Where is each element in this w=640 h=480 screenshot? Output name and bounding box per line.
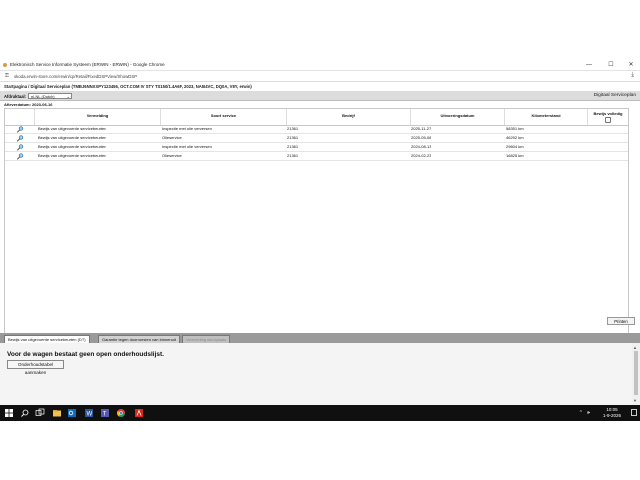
address-bar[interactable]: ⚿ skoda.erwin-store.com/erwin/cp/Retail/… — [0, 71, 640, 82]
cell-vermelding: Bewijs van uitgevoerde servicebeurten — [38, 135, 107, 140]
tab-garantie-doorroesten[interactable]: Garantie tegen doorroesten van binnenuit — [98, 335, 180, 343]
table-row[interactable]: Bewijs van uitgevoerde servicebeurten Ol… — [5, 152, 628, 161]
minimize-button[interactable]: — — [582, 61, 596, 69]
print-language-select[interactable]: nl-NL (Dutch) ⌄ — [28, 92, 72, 99]
maximize-button[interactable]: ☐ — [604, 61, 618, 69]
cell-bedrijf: 21361 — [287, 135, 299, 140]
clock-date: 1-9-2026 — [602, 413, 621, 418]
download-icon[interactable]: ⤓ — [631, 72, 634, 79]
notification-icon[interactable] — [631, 409, 637, 416]
cell-kilometerstand: 46292 km — [506, 135, 524, 140]
file-explorer-icon[interactable] — [52, 408, 62, 418]
table-row[interactable]: Bewijs van uitgevoerde servicebeurten In… — [5, 143, 628, 152]
header-soort-service[interactable]: Soort service — [161, 109, 287, 125]
cell-soort-service: Inspectie met olie verversen — [162, 126, 212, 131]
outlook-icon[interactable] — [67, 408, 77, 418]
chevron-down-icon: ⌄ — [66, 93, 70, 99]
print-language-value: nl-NL (Dutch) — [31, 93, 55, 99]
delivery-date: Afleverdatum: 2023-06-16 — [4, 101, 53, 107]
header-bewijs-volledig: Bewijs volledig — [588, 109, 628, 125]
cell-uitvoeringsdatum: 2025-05-08 — [411, 135, 432, 140]
title-bar: Elektronisch Service Informatie Systeem … — [0, 60, 640, 71]
toolbar: Afdruktaal: nl-NL (Dutch) ⌄ Digitaal Ser… — [0, 91, 640, 101]
tab-vermelding-werkplaats: Vermelding werkplaats — [182, 335, 231, 343]
cell-soort-service: Inspectie met olie verversen — [162, 144, 212, 149]
header-icon-column — [5, 109, 35, 125]
screen-top-margin — [0, 0, 640, 60]
scroll-thumb[interactable] — [634, 351, 638, 395]
cell-bedrijf: 21361 — [287, 126, 299, 131]
cell-uitvoeringsdatum: 2025-11-27 — [411, 126, 432, 131]
site-info-icon[interactable]: ⚿ — [5, 73, 9, 79]
speaker-icon[interactable]: 🕪 — [587, 410, 590, 416]
erwin-app-icon — [3, 63, 7, 67]
cell-vermelding: Bewijs van uitgevoerde servicebeurten — [38, 126, 107, 131]
cell-bedrijf: 21361 — [287, 153, 299, 158]
word-icon[interactable]: W — [84, 408, 94, 418]
tab-strip: Bewijs van uitgevoerde servicebeurten (D… — [0, 333, 640, 343]
cell-soort-service: Olieservice — [162, 135, 182, 140]
delivery-date-bar: Afleverdatum: 2023-06-16 — [0, 101, 640, 107]
create-maintenance-table-button[interactable]: Onderhoudstabel aanmaken — [7, 360, 64, 375]
cell-kilometerstand: 16825 km — [506, 153, 524, 158]
teams-icon[interactable]: T — [100, 408, 110, 418]
tab-servicebeurten[interactable]: Bewijs van uitgevoerde servicebeurten (D… — [4, 335, 90, 343]
vehicle-info-text: Startpagina / Digitaal Serviceplan (TMBJ… — [4, 84, 252, 89]
acrobat-icon[interactable] — [134, 408, 144, 418]
url-text[interactable]: skoda.erwin-store.com/erwin/cp/Retail/Fi… — [14, 74, 137, 79]
svg-text:T: T — [103, 412, 107, 418]
magnifier-icon[interactable] — [16, 143, 24, 151]
chrome-icon[interactable] — [116, 408, 126, 418]
vertical-scrollbar[interactable]: ▲ ▼ — [632, 343, 640, 405]
task-view-icon[interactable] — [35, 408, 45, 418]
header-vermelding[interactable]: Vermelding — [35, 109, 161, 125]
windows-taskbar: W T ^ 🕪 10:05 1-9-2026 — [0, 405, 640, 421]
table-row[interactable]: Bewijs van uitgevoerde servicebeurten Ol… — [5, 134, 628, 143]
header-uitvoeringsdatum[interactable]: Uitvoeringsdatum — [411, 109, 505, 125]
header-kilometerstand[interactable]: Kilometerstand — [505, 109, 588, 125]
cell-kilometerstand: 58351 km — [506, 126, 524, 131]
page-title: Digitaal Serviceplan — [593, 93, 636, 98]
bewijs-volledig-checkbox[interactable] — [605, 116, 611, 123]
browser-window: Elektronisch Service Informatie Systeem … — [0, 60, 640, 405]
cell-vermelding: Bewijs van uitgevoerde servicebeurten — [38, 144, 107, 149]
scroll-down-icon[interactable]: ▼ — [633, 398, 637, 403]
svg-text:W: W — [87, 412, 93, 418]
screen-bottom-margin — [0, 421, 640, 480]
search-icon[interactable] — [20, 408, 30, 418]
maintenance-message: Voor de wagen bestaat geen open onderhou… — [7, 351, 164, 358]
tray-chevron-icon[interactable]: ^ — [580, 410, 582, 416]
close-button[interactable]: ✕ — [624, 61, 638, 69]
cell-kilometerstand: 29604 km — [506, 144, 524, 149]
magnifier-icon[interactable] — [16, 134, 24, 142]
print-language-label: Afdruktaal: — [4, 93, 27, 99]
table-header: Vermelding Soort service Bedrijf Uitvoer… — [5, 109, 628, 126]
magnifier-icon[interactable] — [16, 125, 24, 133]
magnifier-icon[interactable] — [16, 152, 24, 160]
print-button[interactable]: Printen — [607, 317, 635, 325]
cell-bedrijf: 21361 — [287, 144, 299, 149]
cell-soort-service: Olieservice — [162, 153, 182, 158]
scroll-up-icon[interactable]: ▲ — [633, 345, 637, 350]
table-row[interactable]: Bewijs van uitgevoerde servicebeurten In… — [5, 125, 628, 134]
header-bedrijf[interactable]: Bedrijf — [287, 109, 411, 125]
clock[interactable]: 10:05 1-9-2026 — [598, 407, 626, 419]
cell-vermelding: Bewijs van uitgevoerde servicebeurten — [38, 153, 107, 158]
cell-uitvoeringsdatum: 2024-08-13 — [411, 144, 432, 149]
cell-uitvoeringsdatum: 2024-02-23 — [411, 153, 432, 158]
windows-start-icon[interactable] — [4, 408, 14, 418]
header-bewijs-volledig-label: Bewijs volledig — [593, 110, 623, 116]
maintenance-panel: Voor de wagen bestaat geen open onderhou… — [0, 343, 632, 405]
window-title: Elektronisch Service Informatie Systeem … — [10, 62, 165, 67]
